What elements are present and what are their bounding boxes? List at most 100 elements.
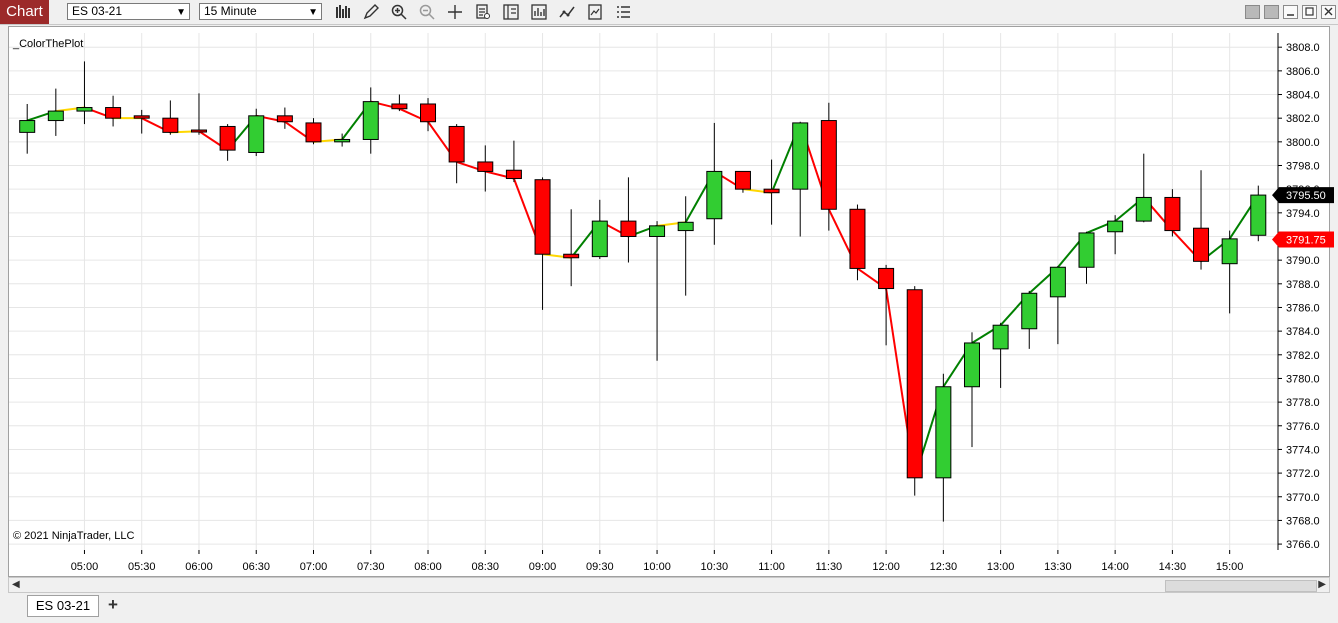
candle-body <box>906 289 923 479</box>
y-tick-label: 3808.0 <box>1286 42 1320 54</box>
candle-body <box>1221 238 1238 265</box>
scroll-left-icon[interactable]: ◀ <box>12 578 20 592</box>
candle-body <box>190 129 207 133</box>
time-axis: 05:00 05:30 06:00 06:30 07:00 07:30 08:00 08:30… <box>71 550 1244 573</box>
price-marker-label: 3795.50 <box>1286 190 1326 202</box>
horizontal-scrollbar[interactable]: ◀ ▶ <box>8 577 1330 593</box>
candle-body <box>1078 232 1095 268</box>
candle-body <box>448 125 465 163</box>
candle-body <box>763 188 780 194</box>
y-tick-label: 3776.0 <box>1286 421 1320 433</box>
copyright-text: © 2021 NinjaTrader, LLC <box>13 530 134 542</box>
candle-body <box>219 125 236 151</box>
candle-body <box>276 115 293 123</box>
candle-body <box>362 101 379 140</box>
candle-body <box>420 103 437 123</box>
x-tick-label: 09:00 <box>529 561 557 573</box>
x-tick-label: 10:00 <box>643 561 671 573</box>
candle-body <box>734 170 751 190</box>
x-tick-label: 07:00 <box>300 561 328 573</box>
x-tick-label: 14:30 <box>1159 561 1187 573</box>
candle-body <box>105 107 122 119</box>
x-tick-label: 10:30 <box>701 561 729 573</box>
add-tab-button[interactable]: + <box>102 595 124 615</box>
candle-body <box>534 179 551 255</box>
candle-body <box>706 170 723 220</box>
price-chart[interactable]: 3766.0 3768.0 3770.0 3772.0 3774.0 3776.0 3778… <box>0 0 1338 577</box>
x-tick-label: 15:00 <box>1216 561 1244 573</box>
y-tick-label: 3774.0 <box>1286 444 1320 456</box>
x-tick-label: 13:30 <box>1044 561 1072 573</box>
y-tick-label: 3788.0 <box>1286 279 1320 291</box>
tab-es-03-21[interactable]: ES 03-21 <box>27 595 99 617</box>
candle-body <box>792 122 809 190</box>
candle-body <box>305 122 322 143</box>
candle-body <box>649 225 666 237</box>
colortheplot-line <box>26 100 1260 479</box>
candle-body <box>1250 194 1267 236</box>
candle-body <box>1135 196 1152 222</box>
candle-body <box>677 221 694 232</box>
x-tick-label: 13:00 <box>987 561 1015 573</box>
candle-body <box>505 169 522 180</box>
price-axis: 3766.0 3768.0 3770.0 3772.0 3774.0 3776.0 3778… <box>1278 42 1320 551</box>
y-tick-label: 3794.0 <box>1286 208 1320 220</box>
x-tick-label: 05:30 <box>128 561 156 573</box>
candle-body <box>133 115 150 119</box>
x-tick-label: 12:30 <box>930 561 958 573</box>
y-tick-label: 3790.0 <box>1286 255 1320 267</box>
candle-body <box>391 103 408 110</box>
candle-body <box>963 342 980 388</box>
x-tick-label: 11:30 <box>815 561 842 573</box>
candle-body <box>1164 196 1181 232</box>
indicator-label: _ColorThePlot <box>12 38 83 50</box>
x-tick-label: 09:30 <box>586 561 614 573</box>
candle-body <box>47 110 64 122</box>
y-tick-label: 3806.0 <box>1286 66 1320 78</box>
candle-body <box>935 386 952 479</box>
candle-body <box>1193 227 1210 262</box>
candle-body <box>477 161 494 172</box>
y-tick-label: 3798.0 <box>1286 161 1320 173</box>
y-tick-label: 3766.0 <box>1286 539 1320 551</box>
y-tick-label: 3800.0 <box>1286 137 1320 149</box>
candle-body <box>563 253 580 259</box>
y-tick-label: 3770.0 <box>1286 492 1320 504</box>
candle-body <box>1049 266 1066 298</box>
y-tick-label: 3772.0 <box>1286 468 1320 480</box>
candle-body <box>1021 292 1038 330</box>
x-tick-label: 07:30 <box>357 561 385 573</box>
x-tick-label: 06:30 <box>242 561 270 573</box>
scrollbar-thumb[interactable] <box>1165 580 1317 592</box>
candle-body <box>620 220 637 237</box>
x-tick-label: 12:00 <box>872 561 900 573</box>
candlesticks <box>19 61 1267 522</box>
y-tick-label: 3768.0 <box>1286 515 1320 527</box>
candle-body <box>248 115 265 153</box>
candle-body <box>849 208 866 269</box>
y-tick-label: 3778.0 <box>1286 397 1320 409</box>
candle-body <box>878 267 895 290</box>
y-tick-label: 3784.0 <box>1286 326 1320 338</box>
chart-tab-bar: ES 03-21 + <box>0 593 1338 623</box>
candle-body <box>19 120 36 133</box>
candle-body <box>162 117 179 133</box>
candle-body <box>1107 220 1124 233</box>
candle-body <box>334 138 351 143</box>
candle-body <box>820 120 837 210</box>
candle-body <box>76 107 93 112</box>
x-tick-label: 08:30 <box>472 561 500 573</box>
x-tick-label: 06:00 <box>185 561 213 573</box>
x-tick-label: 08:00 <box>414 561 442 573</box>
y-tick-label: 3786.0 <box>1286 302 1320 314</box>
y-tick-label: 3782.0 <box>1286 350 1320 362</box>
x-tick-label: 05:00 <box>71 561 99 573</box>
candle-body <box>591 220 608 258</box>
candle-body <box>992 324 1009 350</box>
x-tick-label: 14:00 <box>1101 561 1129 573</box>
y-tick-label: 3804.0 <box>1286 90 1320 102</box>
scroll-right-icon[interactable]: ▶ <box>1318 578 1326 592</box>
x-tick-label: 11:00 <box>758 561 785 573</box>
y-tick-label: 3802.0 <box>1286 113 1320 125</box>
price-marker-label: 3791.75 <box>1286 234 1326 246</box>
